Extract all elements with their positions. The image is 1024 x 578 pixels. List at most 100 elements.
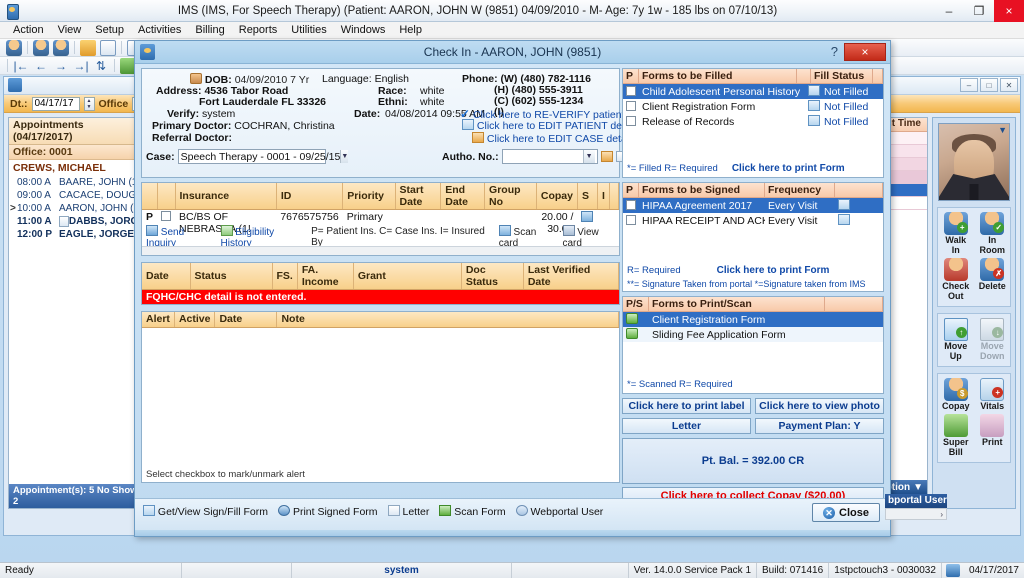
print-form-link-sign[interactable]: Click here to print Form (717, 265, 830, 276)
background-webportal-user-bar[interactable]: bportal User (885, 494, 947, 508)
col-active: Active (174, 312, 216, 328)
edit-note-icon[interactable] (100, 39, 116, 56)
row-checkbox[interactable] (626, 214, 636, 225)
menu-action[interactable]: Action (6, 22, 51, 38)
view-photo-button[interactable]: Click here to view photo (755, 398, 884, 414)
webportal-user-link[interactable]: Webportal User (515, 505, 604, 518)
list-item-selected[interactable]: 10:00 A AARON, JOHN (9851 (9, 202, 147, 215)
menu-view[interactable]: View (51, 22, 89, 38)
sort-icon[interactable]: ⇅ (93, 58, 109, 74)
super-bill-button[interactable]: Super Bill (938, 413, 974, 458)
menu-help[interactable]: Help (392, 22, 429, 38)
row-checkbox-cell[interactable] (623, 199, 639, 212)
patient-photo[interactable]: ▼ (938, 123, 1010, 201)
row-checkbox[interactable] (626, 85, 636, 96)
letter-button[interactable]: Letter (622, 418, 751, 434)
menu-reports[interactable]: Reports (232, 22, 285, 38)
row-checkbox[interactable] (626, 100, 636, 111)
list-item-selected[interactable]: Child Adolescent Personal History Not Fi… (623, 84, 883, 99)
forms-to-print-header: P/S Forms to Print/Scan (623, 297, 883, 312)
edit-case-link[interactable]: Click here to EDIT CASE detail (472, 132, 631, 145)
list-item-selected[interactable]: Client Registration Form (623, 312, 883, 327)
webportal-user-label: Webportal User (530, 506, 604, 518)
help-icon[interactable]: ? (831, 44, 838, 59)
print-form-link-fill[interactable]: Click here to print Form (732, 163, 845, 174)
walk-in-button[interactable]: + Walk In (938, 211, 974, 256)
scan-card-icon[interactable] (581, 211, 594, 222)
menu-windows[interactable]: Windows (334, 22, 393, 38)
row-checkbox-cell[interactable] (623, 214, 639, 227)
fill-form-icon[interactable] (805, 115, 821, 128)
get-view-form-link[interactable]: Get/View Sign/Fill Form (143, 505, 268, 518)
row-checkbox-cell[interactable] (623, 115, 639, 128)
chevron-down-icon[interactable]: ▼ (340, 150, 349, 163)
autho-lookup-icon[interactable] (600, 151, 613, 162)
print-label-button[interactable]: Click here to print label (622, 398, 751, 414)
menu-setup[interactable]: Setup (88, 22, 131, 38)
list-item[interactable]: 11:00 A DABBS, JORGE (9, 215, 147, 228)
list-item-selected[interactable]: HIPAA Agreement 2017 Every Visit (623, 198, 883, 213)
open-chart-icon[interactable] (80, 39, 96, 56)
status-build: Build: 071416 (757, 562, 830, 578)
photo-dropdown-icon[interactable]: ▼ (998, 125, 1007, 135)
new-patient-icon[interactable] (33, 39, 49, 56)
chevron-down-icon[interactable]: ▼ (582, 150, 595, 163)
list-item[interactable]: 08:00 A BAARE, JOHN (1403 (9, 176, 147, 189)
patient-action-rail: ▼ + Walk In ✓ In Room Check Out ✗ Delete… (932, 117, 1016, 509)
list-item[interactable]: 12:00 P EAGLE, JORGE (1 (9, 228, 147, 241)
row-checkbox[interactable] (161, 211, 172, 221)
in-room-button[interactable]: ✓ In Room (975, 211, 1011, 256)
edit-patient-icon[interactable] (53, 39, 69, 56)
row-checkbox[interactable] (626, 199, 636, 210)
list-item[interactable]: HIPAA RECEIPT AND ACKNO' Every Visit (623, 213, 883, 228)
letter-link[interactable]: Letter (387, 505, 429, 518)
row-checkbox-cell[interactable] (623, 85, 639, 98)
list-item[interactable]: Sliding Fee Application Form (623, 327, 883, 342)
scheduler-maximize-button[interactable]: □ (980, 78, 998, 92)
fill-form-icon[interactable] (805, 85, 821, 98)
insurance-scrollbar[interactable] (142, 246, 619, 255)
date-input[interactable] (31, 96, 80, 111)
form-frequency: Every Visit (768, 214, 818, 227)
close-dialog-button[interactable]: ✕ Close (812, 503, 880, 522)
first-record-icon[interactable]: |← (13, 58, 29, 74)
scheduler-close-button[interactable]: ✕ (1000, 78, 1018, 92)
row-checkbox[interactable] (626, 115, 636, 126)
scheduler-minimize-button[interactable]: – (960, 78, 978, 92)
dialog-close-button[interactable]: × (844, 43, 886, 61)
close-button[interactable]: × (994, 0, 1024, 22)
move-up-button[interactable]: ↑ Move Up (938, 317, 974, 362)
check-out-button[interactable]: Check Out (938, 257, 974, 302)
date-spinner[interactable]: ▲ ▼ (83, 96, 95, 111)
list-item[interactable]: Release of Records Not Filled (623, 114, 883, 129)
scan-form-link[interactable]: Scan Form (439, 505, 506, 518)
payment-plan-button[interactable]: Payment Plan: Y (755, 418, 884, 434)
sign-form-icon[interactable] (835, 214, 883, 227)
patient-icon[interactable] (6, 39, 22, 56)
list-item[interactable]: 09:00 A CACACE, DOUG (120 (9, 189, 147, 202)
edit-patient-link[interactable]: Click here to EDIT PATIENT detail (462, 119, 635, 132)
list-item[interactable]: Client Registration Form Not Filled (623, 99, 883, 114)
scan-icon-cell[interactable] (623, 313, 649, 326)
case-select[interactable]: Speech Therapy - 0001 - 09/25/15 ▼ (177, 149, 349, 164)
sign-form-icon[interactable] (835, 199, 883, 212)
print-signed-form-link[interactable]: Print Signed Form (278, 505, 378, 518)
background-scroll-right[interactable]: › (885, 508, 947, 520)
autho-select[interactable]: ▼ (501, 149, 598, 164)
menu-utilities[interactable]: Utilities (284, 22, 333, 38)
previous-record-icon[interactable]: ← (33, 58, 49, 74)
menu-billing[interactable]: Billing (188, 22, 231, 38)
delete-button[interactable]: ✗ Delete (975, 257, 1011, 302)
row-checkbox-cell[interactable] (623, 100, 639, 113)
minimize-button[interactable]: – (934, 0, 964, 22)
menu-activities[interactable]: Activities (131, 22, 188, 38)
scan-icon-cell[interactable] (623, 328, 649, 341)
next-record-icon[interactable]: → (53, 58, 69, 74)
vitals-button[interactable]: + Vitals (975, 377, 1011, 412)
copay-button[interactable]: $ Copay (938, 377, 974, 412)
fill-form-icon[interactable] (805, 100, 821, 113)
print-button[interactable]: Print (975, 413, 1011, 458)
title-bar: IMS (IMS, For Speech Therapy) (Patient: … (0, 0, 1024, 22)
last-record-icon[interactable]: →| (73, 58, 89, 74)
restore-button[interactable]: ❐ (964, 0, 994, 22)
